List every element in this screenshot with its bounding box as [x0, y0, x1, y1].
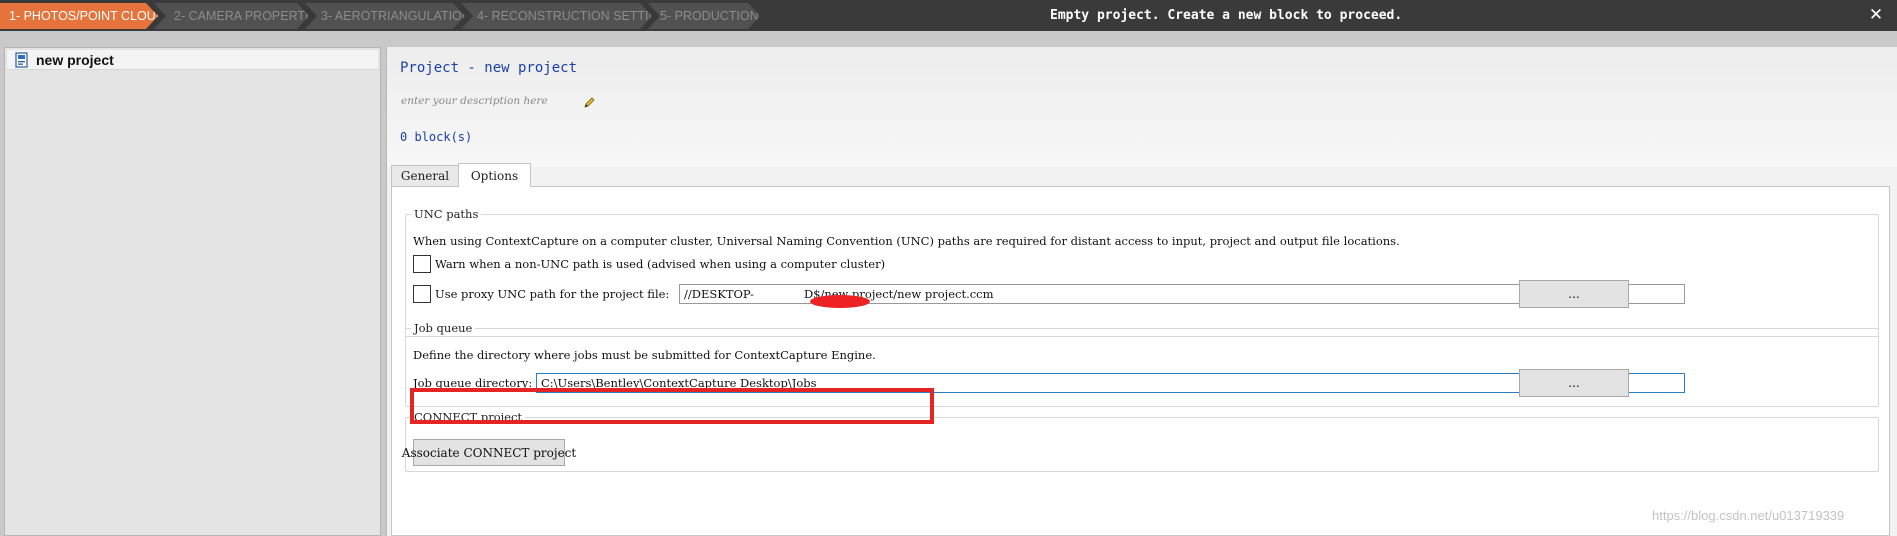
job-queue-description: Define the directory where jobs must be … [413, 348, 876, 362]
proxy-unc-checkbox[interactable] [413, 285, 431, 303]
tab-general[interactable]: General [391, 165, 459, 186]
step-reconstruction-settings[interactable]: 4- RECONSTRUCTION SETTINGS [461, 3, 652, 29]
unc-paths-legend: UNC paths [414, 207, 479, 221]
workflow-bar: 1- PHOTOS/POINT CLOUDS 2- CAMERA PROPERT… [0, 0, 1897, 31]
redaction-mark [810, 295, 870, 308]
proxy-path-prefix: //DESKTOP- [684, 287, 754, 301]
step-label: 4- RECONSTRUCTION SETTINGS [477, 9, 676, 23]
associate-connect-button[interactable]: Associate CONNECT project [402, 439, 576, 466]
block-count: 0 block(s) [400, 130, 473, 144]
description-input[interactable]: enter your description here [401, 95, 548, 107]
step-aerotriangulation[interactable]: 3- AEROTRIANGULATION [305, 3, 465, 29]
pencil-icon[interactable] [583, 96, 596, 109]
tab-options[interactable]: Options [458, 163, 531, 187]
watermark: https://blog.csdn.net/u013719339 [1652, 508, 1845, 523]
tree-item-label: new project [36, 51, 114, 68]
project-tree: new project [4, 47, 381, 536]
page-title: Project - new project [400, 60, 578, 76]
step-photos-point-clouds[interactable]: 1- PHOTOS/POINT CLOUDS [0, 3, 158, 29]
step-label: 3- AEROTRIANGULATION [321, 9, 471, 23]
browse-job-queue-button[interactable]: ... [1519, 369, 1629, 397]
step-camera-properties[interactable]: 2- CAMERA PROPERTIES [154, 3, 309, 29]
tree-item-project[interactable]: new project [7, 50, 378, 70]
main-panel: Project - new project enter your descrip… [386, 47, 1897, 536]
unc-description: When using ContextCapture on a computer … [413, 234, 1400, 248]
project-icon [15, 51, 28, 68]
step-label: 5- PRODUCTION [660, 9, 759, 23]
warn-non-unc-label: Warn when a non-UNC path is used (advise… [435, 257, 886, 271]
status-message: Empty project. Create a new block to pro… [1050, 8, 1403, 23]
step-label: 1- PHOTOS/POINT CLOUDS [9, 9, 174, 23]
browse-proxy-button[interactable]: ... [1519, 280, 1629, 308]
step-production[interactable]: 5- PRODUCTION [648, 3, 760, 29]
proxy-unc-label: Use proxy UNC path for the project file: [435, 287, 670, 301]
warn-non-unc-checkbox[interactable] [413, 255, 431, 273]
project-header: Project - new project enter your descrip… [387, 47, 1897, 167]
unc-paths-group: UNC paths [405, 207, 1879, 337]
close-icon[interactable]: ✕ [1865, 3, 1887, 27]
step-label: 2- CAMERA PROPERTIES [174, 9, 326, 23]
options-panel: UNC paths When using ContextCapture on a… [391, 186, 1890, 536]
job-queue-legend: Job queue [414, 321, 473, 335]
highlight-box [410, 388, 934, 424]
